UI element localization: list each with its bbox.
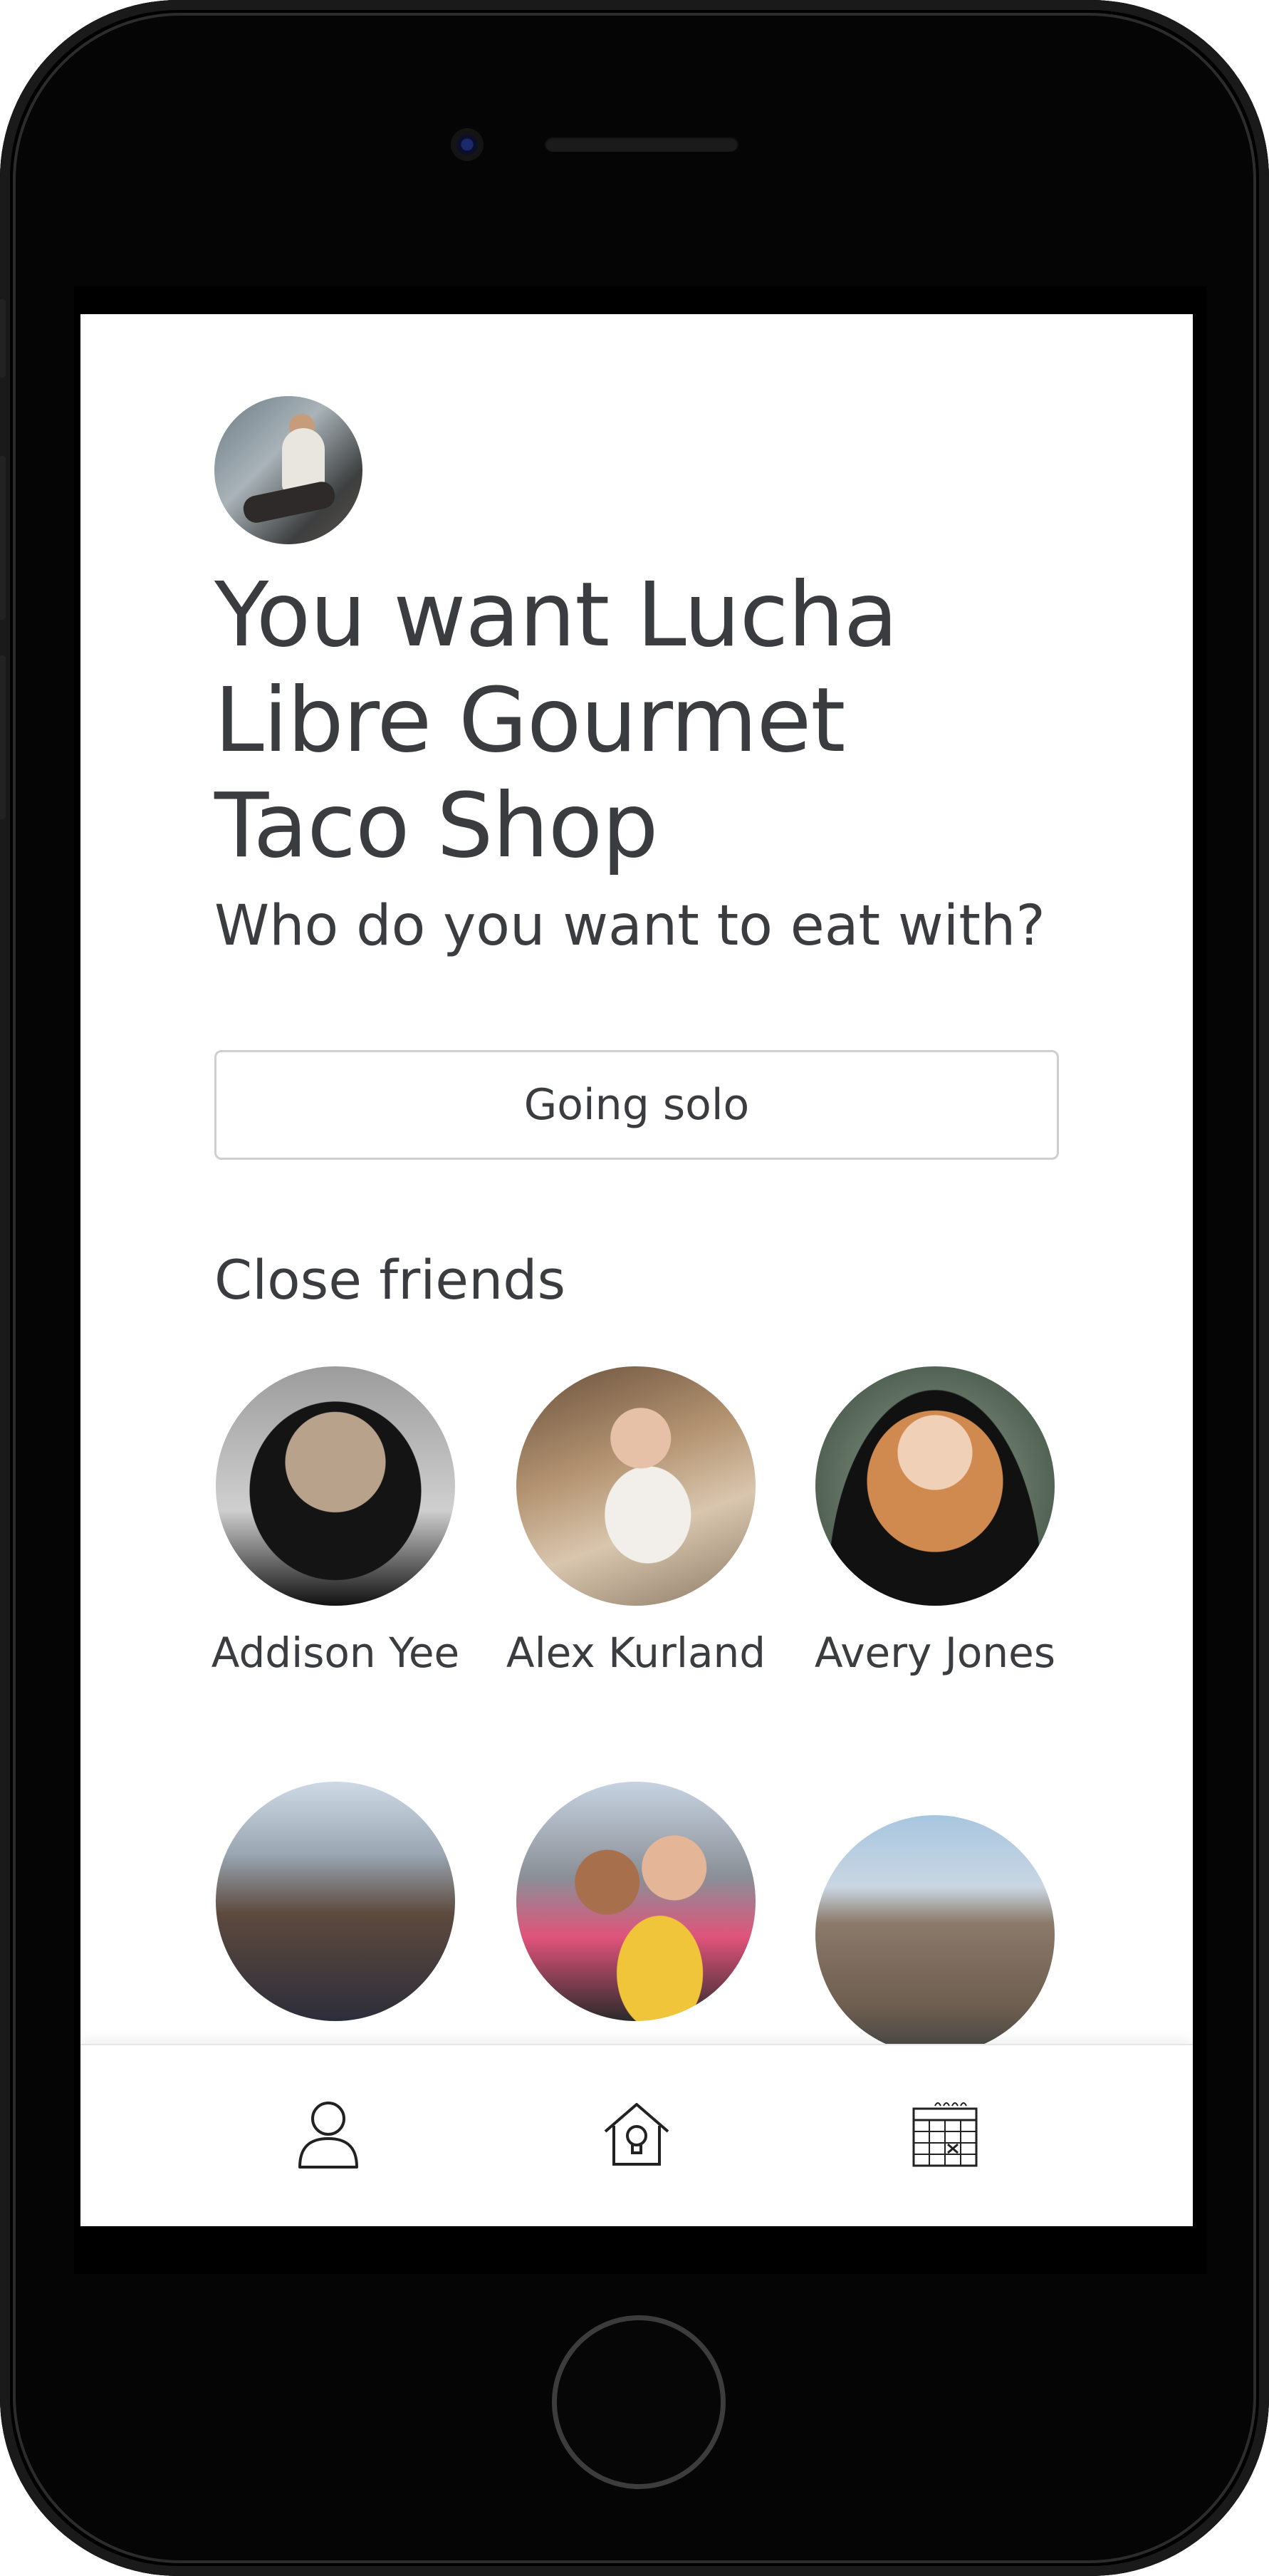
friend-card[interactable] xyxy=(200,1782,471,2042)
friend-card-avery-jones[interactable]: Avery Jones xyxy=(800,1366,1070,1678)
going-solo-button[interactable]: Going solo xyxy=(214,1050,1059,1160)
calendar-icon xyxy=(912,2102,978,2167)
friend-card-alex-kurland[interactable]: Alex Kurland xyxy=(501,1366,771,1678)
earpiece-speaker xyxy=(545,136,738,152)
home-lightbulb-icon xyxy=(604,2103,669,2166)
friend-avatar[interactable] xyxy=(815,1815,1055,2055)
volume-down-button xyxy=(0,655,6,819)
user-avatar[interactable] xyxy=(214,396,362,544)
volume-up-button xyxy=(0,456,6,620)
friend-card[interactable] xyxy=(501,1782,771,2042)
friend-avatar[interactable] xyxy=(516,1366,756,1606)
page-subtitle: Who do you want to eat with? xyxy=(214,894,1045,958)
main-content: You want Lucha Libre Gourmet Taco Shop W… xyxy=(212,396,1062,2079)
mute-switch xyxy=(0,299,6,378)
page-title: You want Lucha Libre Gourmet Taco Shop xyxy=(214,564,898,878)
friend-card-addison-yee[interactable]: Addison Yee xyxy=(200,1366,471,1678)
tab-home[interactable] xyxy=(590,2088,683,2181)
friend-card[interactable] xyxy=(800,1815,1070,2076)
friend-avatar[interactable] xyxy=(815,1366,1055,1606)
tab-profile[interactable] xyxy=(282,2088,375,2181)
home-button[interactable] xyxy=(552,2315,726,2489)
app-screen: You want Lucha Libre Gourmet Taco Shop W… xyxy=(80,314,1193,2226)
front-camera xyxy=(451,128,484,161)
phone-frame: You want Lucha Libre Gourmet Taco Shop W… xyxy=(0,0,1269,2576)
friend-avatar[interactable] xyxy=(516,1782,756,2021)
close-friends-grid: Addison Yee Alex Kurland Avery Jones xyxy=(212,1366,1062,2079)
friend-name: Alex Kurland xyxy=(506,1629,766,1677)
friend-avatar[interactable] xyxy=(216,1782,455,2021)
tab-calendar[interactable] xyxy=(899,2088,991,2181)
profile-icon xyxy=(298,2102,358,2169)
friend-name: Avery Jones xyxy=(814,1629,1056,1677)
bottom-tab-bar xyxy=(80,2044,1193,2226)
close-friends-heading: Close friends xyxy=(214,1248,566,1312)
friend-name: Addison Yee xyxy=(211,1629,460,1677)
friend-avatar[interactable] xyxy=(216,1366,455,1606)
